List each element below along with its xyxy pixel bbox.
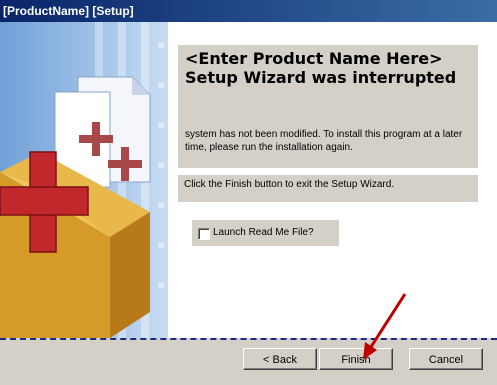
- launch-readme-checkbox[interactable]: [198, 228, 210, 240]
- wizard-side-banner: [0, 22, 168, 338]
- heading-panel: <Enter Product Name Here> Setup Wizard w…: [178, 45, 478, 168]
- back-button[interactable]: < Back: [243, 348, 317, 370]
- window-title-bar[interactable]: [ProductName] [Setup]: [0, 0, 497, 22]
- launch-readme-label[interactable]: Launch Read Me File?: [213, 227, 314, 238]
- launch-readme-option[interactable]: Launch Read Me File?: [192, 220, 339, 246]
- button-divider: [0, 338, 497, 340]
- instruction-panel: Click the Finish button to exit the Setu…: [178, 175, 478, 202]
- window-title: [ProductName] [Setup]: [3, 4, 134, 18]
- back-button-label: < Back: [263, 354, 297, 366]
- cancel-button-label: Cancel: [428, 354, 464, 366]
- cancel-button[interactable]: Cancel: [409, 348, 483, 370]
- pointer-arrow-icon: [363, 293, 407, 360]
- page-title: <Enter Product Name Here> Setup Wizard w…: [185, 49, 457, 87]
- description-text: system has not been modified. To install…: [185, 129, 463, 153]
- setup-banner-image: [0, 22, 168, 338]
- instruction-text: Click the Finish button to exit the Setu…: [184, 179, 395, 190]
